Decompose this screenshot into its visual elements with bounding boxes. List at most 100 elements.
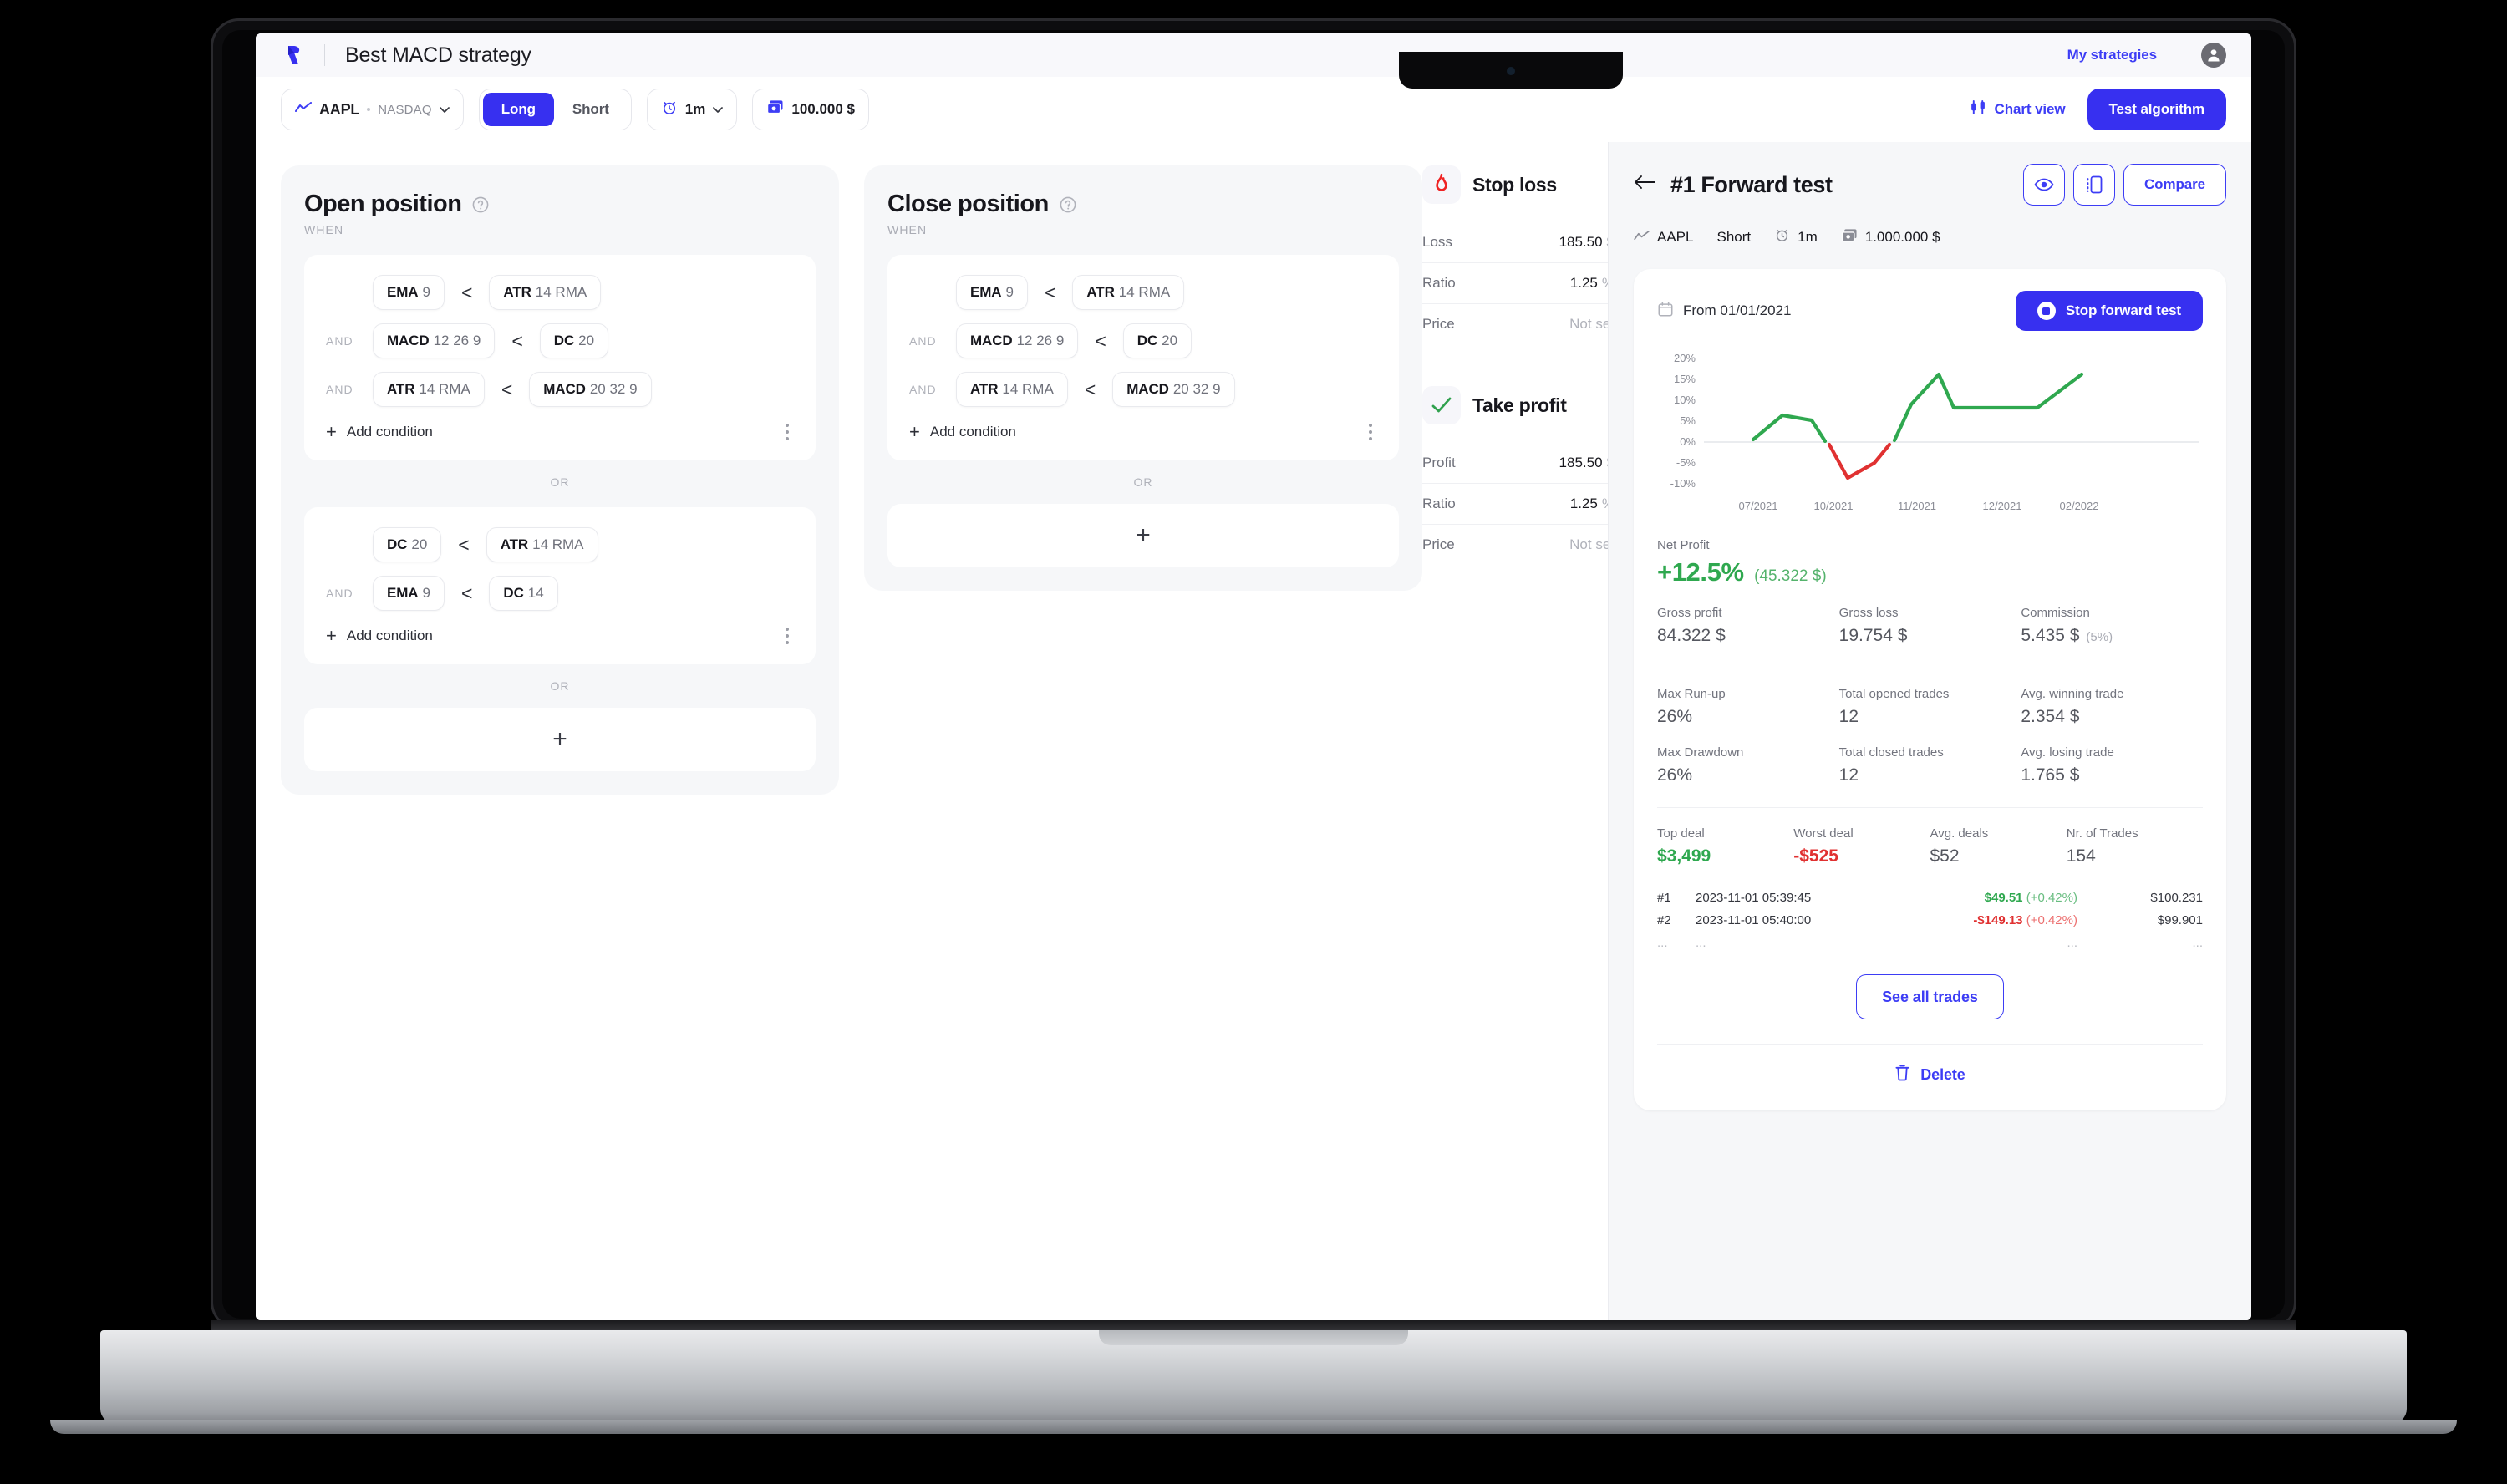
side-long-button[interactable]: Long bbox=[482, 93, 554, 126]
condition-left-token[interactable]: DC 20 bbox=[373, 527, 442, 562]
condition-operator[interactable]: < bbox=[511, 330, 522, 353]
see-all-trades-button[interactable]: See all trades bbox=[1856, 974, 2004, 1019]
chart-line-segment-up-1 bbox=[1751, 413, 1828, 444]
condition-right-token[interactable]: ATR 14 RMA bbox=[1072, 275, 1185, 310]
topbar-right: My strategies bbox=[2067, 43, 2251, 68]
stat-label: Gross profit bbox=[1657, 606, 1722, 620]
condition-right-token[interactable]: ATR 14 RMA bbox=[486, 527, 598, 562]
risk-settings-panel: Stop loss Loss 185.50$ Ratio 1.25% Price… bbox=[1422, 165, 1615, 565]
condition-right-token[interactable]: ATR 14 RMA bbox=[489, 275, 602, 310]
close-position-title: Close position bbox=[887, 191, 1049, 217]
account-avatar-icon[interactable] bbox=[2201, 43, 2226, 68]
chart-line-segment-up-2 bbox=[1892, 372, 2084, 443]
question-circle-icon[interactable] bbox=[1059, 196, 1077, 214]
condition-operator[interactable]: < bbox=[501, 379, 512, 401]
condition-row: AND MACD 12 26 9 < DC 20 bbox=[909, 322, 1377, 360]
trade-balance: $99.901 bbox=[2157, 913, 2203, 928]
row-value[interactable]: 185.50$ bbox=[1559, 455, 1615, 471]
condition-left-token[interactable]: EMA 9 bbox=[373, 576, 445, 611]
test-algorithm-button[interactable]: Test algorithm bbox=[2087, 89, 2226, 130]
compare-button[interactable]: Compare bbox=[2123, 164, 2226, 206]
condition-group-footer: + Add condition bbox=[326, 419, 794, 445]
delete-wrap: Delete bbox=[1657, 1064, 2203, 1085]
group-menu-icon[interactable] bbox=[781, 419, 794, 445]
arrow-left-icon[interactable] bbox=[1634, 174, 1655, 196]
stat-label: Total closed trades bbox=[1838, 745, 1944, 760]
add-condition-button[interactable]: + Add condition bbox=[326, 627, 433, 645]
svg-text:07/2021: 07/2021 bbox=[1739, 500, 1778, 512]
condition-left-token[interactable]: EMA 9 bbox=[373, 275, 445, 310]
add-condition-button[interactable]: + Add condition bbox=[909, 423, 1016, 441]
deal-cell: Worst deal -$525 bbox=[1793, 826, 1930, 867]
or-separator: OR bbox=[550, 679, 570, 693]
condition-right-token[interactable]: DC 20 bbox=[539, 323, 609, 358]
table-row[interactable]: #1 2023-11-01 05:39:45 $49.51 (+0.42%) $… bbox=[1657, 887, 2203, 909]
trade-balance: ... bbox=[2192, 936, 2203, 950]
condition-operator[interactable]: < bbox=[1095, 330, 1106, 353]
group-menu-icon[interactable] bbox=[1364, 419, 1377, 445]
my-strategies-link[interactable]: My strategies bbox=[2067, 47, 2157, 64]
duplicate-icon[interactable] bbox=[2073, 164, 2115, 206]
deal-label: Top deal bbox=[1657, 826, 1705, 841]
stop-loss-block: Stop loss Loss 185.50$ Ratio 1.25% Price… bbox=[1422, 165, 1615, 344]
condition-left-token[interactable]: MACD 12 26 9 bbox=[373, 323, 496, 358]
meta-side-value: Short bbox=[1716, 229, 1752, 245]
from-date[interactable]: From 01/01/2021 bbox=[1657, 301, 1791, 322]
delete-label: Delete bbox=[1920, 1065, 1965, 1083]
forward-test-title: #1 Forward test bbox=[1670, 171, 1833, 197]
condition-operator[interactable]: < bbox=[458, 534, 469, 556]
stat-cell: Total closed trades 12 bbox=[1839, 745, 2021, 785]
condition-left-token[interactable]: EMA 9 bbox=[956, 275, 1028, 310]
screenshot-stage: Best MACD strategy My strategies AAPL NA… bbox=[0, 0, 2507, 1484]
deal-label: Avg. deals bbox=[1930, 826, 1989, 841]
stop-forward-test-button[interactable]: Stop forward test bbox=[2015, 291, 2203, 331]
condition-row: EMA 9 < ATR 14 RMA bbox=[909, 273, 1377, 312]
trade-balance: $100.231 bbox=[2150, 891, 2203, 905]
meta-side: Short bbox=[1716, 229, 1751, 246]
group-menu-icon[interactable] bbox=[781, 623, 794, 649]
symbol-selector[interactable]: AAPL NASDAQ bbox=[281, 89, 464, 130]
condition-right-token[interactable]: MACD 20 32 9 bbox=[529, 372, 652, 407]
deal-label: Worst deal bbox=[1793, 826, 1854, 841]
condition-right-token[interactable]: DC 20 bbox=[1122, 323, 1192, 358]
take-profit-header: Take profit bbox=[1422, 386, 1615, 424]
row-value[interactable]: 185.50$ bbox=[1559, 234, 1615, 251]
result-card-top: From 01/01/2021 Stop forward test bbox=[1657, 291, 2203, 331]
chart-view-button[interactable]: Chart view bbox=[1971, 99, 2066, 119]
stat-value: 12 bbox=[1838, 707, 1859, 726]
condition-operator[interactable]: < bbox=[461, 582, 472, 605]
symbol-exchange: NASDAQ bbox=[378, 102, 432, 117]
add-condition-group-button[interactable]: + bbox=[887, 504, 1399, 567]
condition-right-token[interactable]: MACD 20 32 9 bbox=[1112, 372, 1235, 407]
row-key: Ratio bbox=[1422, 275, 1456, 291]
close-position-when-label: WHEN bbox=[887, 223, 928, 236]
toolbar-right-actions: Chart view Test algorithm bbox=[1971, 89, 2226, 130]
table-row[interactable]: #2 2023-11-01 05:40:00 -$149.13 (+0.42%)… bbox=[1657, 909, 2203, 932]
condition-operator[interactable]: < bbox=[1045, 282, 1055, 304]
add-condition-group-button[interactable]: + bbox=[304, 708, 816, 771]
stat-cell: Avg. winning trade 2.354 $ bbox=[2021, 687, 2203, 727]
eye-icon[interactable] bbox=[2023, 164, 2065, 206]
capital-selector[interactable]: 100.000 $ bbox=[752, 89, 870, 130]
plus-icon: + bbox=[1136, 521, 1151, 549]
condition-left-token[interactable]: ATR 14 RMA bbox=[373, 372, 485, 407]
add-condition-label: Add condition bbox=[346, 424, 433, 440]
condition-right-token[interactable]: DC 14 bbox=[489, 576, 558, 611]
stat-label: Commission bbox=[2021, 606, 2090, 620]
stat-value: 19.754 $ bbox=[1838, 626, 1908, 645]
question-circle-icon[interactable] bbox=[471, 196, 490, 214]
laptop-notch bbox=[1399, 52, 1623, 89]
condition-operator[interactable]: < bbox=[1085, 379, 1096, 401]
side-short-button[interactable]: Short bbox=[554, 93, 628, 126]
condition-left-token[interactable]: ATR 14 RMA bbox=[956, 372, 1068, 407]
stop-loss-title: Stop loss bbox=[1472, 173, 1557, 196]
delete-button[interactable]: Delete bbox=[1894, 1064, 1965, 1085]
row-key: Loss bbox=[1422, 234, 1452, 250]
condition-left-token[interactable]: MACD 12 26 9 bbox=[956, 323, 1079, 358]
condition-operator[interactable]: < bbox=[461, 282, 472, 304]
condition-conjunction: AND bbox=[909, 334, 937, 348]
timeframe-selector[interactable]: 1m bbox=[646, 89, 738, 130]
trade-datetime: 2023-11-01 05:40:00 bbox=[1696, 913, 1812, 928]
chevron-down-icon bbox=[713, 106, 724, 113]
add-condition-button[interactable]: + Add condition bbox=[326, 423, 433, 441]
